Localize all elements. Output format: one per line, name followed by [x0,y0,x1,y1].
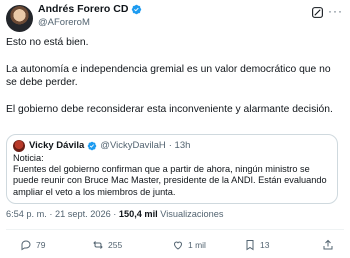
quoted-post[interactable]: Vicky Dávila @VickyDavilaH · 13h Noticia… [6,134,338,204]
quoted-post-header: Vicky Dávila @VickyDavilaH · 13h [29,140,190,151]
share-icon [323,239,333,250]
post-time[interactable]: 6:54 p. m. [6,209,47,219]
post-metadata: 6:54 p. m. · 21 sept. 2026 · 150,4 mil V… [6,209,223,219]
repost-count: 255 [108,240,123,250]
verified-badge-icon [132,4,142,14]
author-handle[interactable]: @AForeroM [38,17,90,28]
bookmark-count: 13 [260,240,270,250]
post-date[interactable]: · 21 sept. 2026 · [49,209,116,219]
quoted-author-avatar [13,140,25,152]
share-button[interactable] [322,239,334,251]
post-paragraph: Esto no está bien. [6,37,89,48]
grok-icon[interactable] [311,6,324,19]
post-paragraph: El gobierno debe reconsiderar esta incon… [6,104,333,115]
like-count: 1 mil [188,240,206,250]
quoted-author-name: Vicky Dávila [29,140,85,151]
like-button[interactable]: 1 mil [172,239,206,251]
more-options-icon[interactable]: ··· [328,4,343,18]
view-count: 150,4 mil [118,209,158,219]
quoted-post-time: · 13h [168,140,191,151]
quoted-post-line: Noticia: [13,153,44,163]
post-paragraph: La autonomía e independencia gremial es … [6,64,331,88]
quoted-post-text: Noticia: Fuentes del gobierno confirman … [13,153,335,198]
reply-count: 79 [36,240,46,250]
action-bar: 79 255 1 mil 13 [6,239,344,255]
tweet: Andrés Forero CD @AForeroM ··· Esto no e… [0,0,350,258]
quoted-post-line: Fuentes del gobierno confirman que a par… [13,164,327,197]
author-name-row: Andrés Forero CD [38,3,142,15]
view-count-label: Visualizaciones [160,209,224,219]
bookmark-button[interactable]: 13 [244,239,269,251]
reply-button[interactable]: 79 [20,239,45,251]
author-avatar[interactable] [6,5,33,32]
repost-button[interactable]: 255 [92,239,122,251]
bookmark-icon [246,240,254,251]
repost-icon [93,241,103,249]
quoted-author-handle: @VickyDavilaH [100,140,166,151]
heart-icon [173,241,183,250]
reply-icon [21,240,31,251]
divider [6,229,344,230]
verified-badge-icon [88,141,97,150]
author-name[interactable]: Andrés Forero CD [38,3,128,15]
